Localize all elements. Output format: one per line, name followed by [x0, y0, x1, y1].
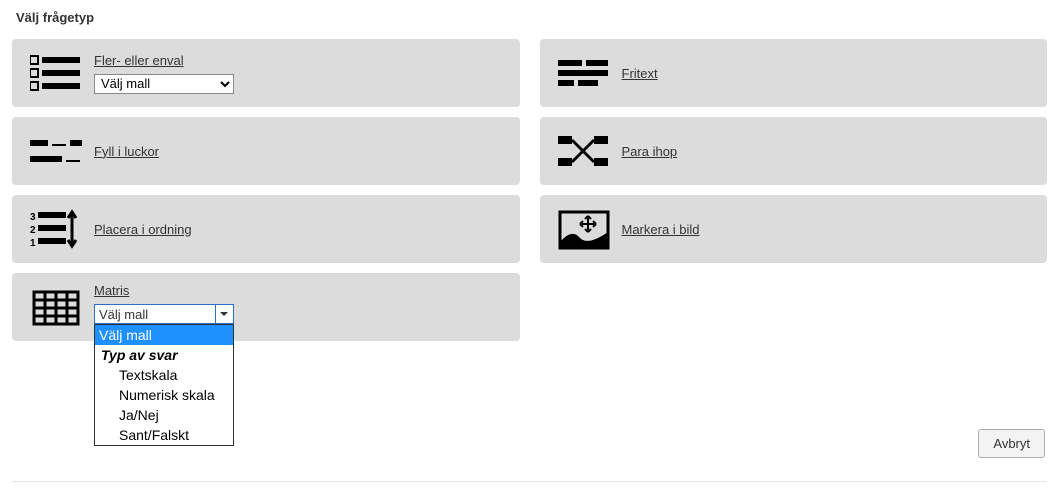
matrix-template-option[interactable]: Välj mall [95, 325, 233, 345]
divider [12, 481, 1047, 482]
svg-text:2: 2 [30, 225, 36, 236]
card-order[interactable]: 3 2 1 Placera i ordning [12, 195, 520, 263]
footer: Avbryt [978, 429, 1045, 458]
card-matrix[interactable]: Matris Välj mall Välj mallTyp av svarTex… [12, 273, 520, 341]
fill-blanks-icon [26, 127, 86, 175]
chevron-down-icon [215, 305, 231, 323]
matrix-template-option[interactable]: Textskala [95, 365, 233, 385]
right-column: Fritext Para ihop Markera i bild [540, 39, 1048, 341]
card-freetext-title[interactable]: Fritext [622, 66, 658, 81]
freetext-icon [554, 49, 614, 97]
matrix-template-listbox[interactable]: Välj mallTyp av svarTextskalaNumerisk sk… [94, 324, 234, 446]
card-fill-blanks[interactable]: Fyll i luckor [12, 117, 520, 185]
left-column: Fler- eller enval Välj mall Fyll i lucko… [12, 39, 520, 341]
card-multi-choice[interactable]: Fler- eller enval Välj mall [12, 39, 520, 107]
matrix-template-option[interactable]: Ja/Nej [95, 405, 233, 425]
matrix-template-select[interactable]: Välj mall Välj mallTyp av svarTextskalaN… [94, 304, 234, 324]
pair-icon [554, 127, 614, 175]
svg-text:3: 3 [30, 212, 36, 223]
card-multi-choice-title[interactable]: Fler- eller enval [94, 53, 234, 68]
matrix-template-option[interactable]: Sant/Falskt [95, 425, 233, 445]
card-pair[interactable]: Para ihop [540, 117, 1048, 185]
matrix-icon [26, 283, 86, 331]
svg-text:1: 1 [30, 238, 36, 249]
matrix-template-select-value: Välj mall [99, 307, 148, 322]
page-title: Välj frågetyp [16, 10, 1047, 25]
card-matrix-title[interactable]: Matris [94, 283, 234, 298]
cancel-button[interactable]: Avbryt [978, 429, 1045, 458]
matrix-template-option[interactable]: Numerisk skala [95, 385, 233, 405]
multi-choice-template-select[interactable]: Välj mall [94, 74, 234, 94]
card-freetext[interactable]: Fritext [540, 39, 1048, 107]
multi-choice-icon [26, 49, 86, 97]
order-icon: 3 2 1 [26, 205, 86, 253]
card-pair-title[interactable]: Para ihop [622, 144, 678, 159]
mark-image-icon [554, 205, 614, 253]
card-mark-image-title[interactable]: Markera i bild [622, 222, 700, 237]
matrix-template-option: Typ av svar [95, 345, 233, 365]
card-mark-image[interactable]: Markera i bild [540, 195, 1048, 263]
matrix-template-select-button[interactable]: Välj mall [94, 304, 234, 324]
card-fill-blanks-title[interactable]: Fyll i luckor [94, 144, 159, 159]
card-order-title[interactable]: Placera i ordning [94, 222, 192, 237]
